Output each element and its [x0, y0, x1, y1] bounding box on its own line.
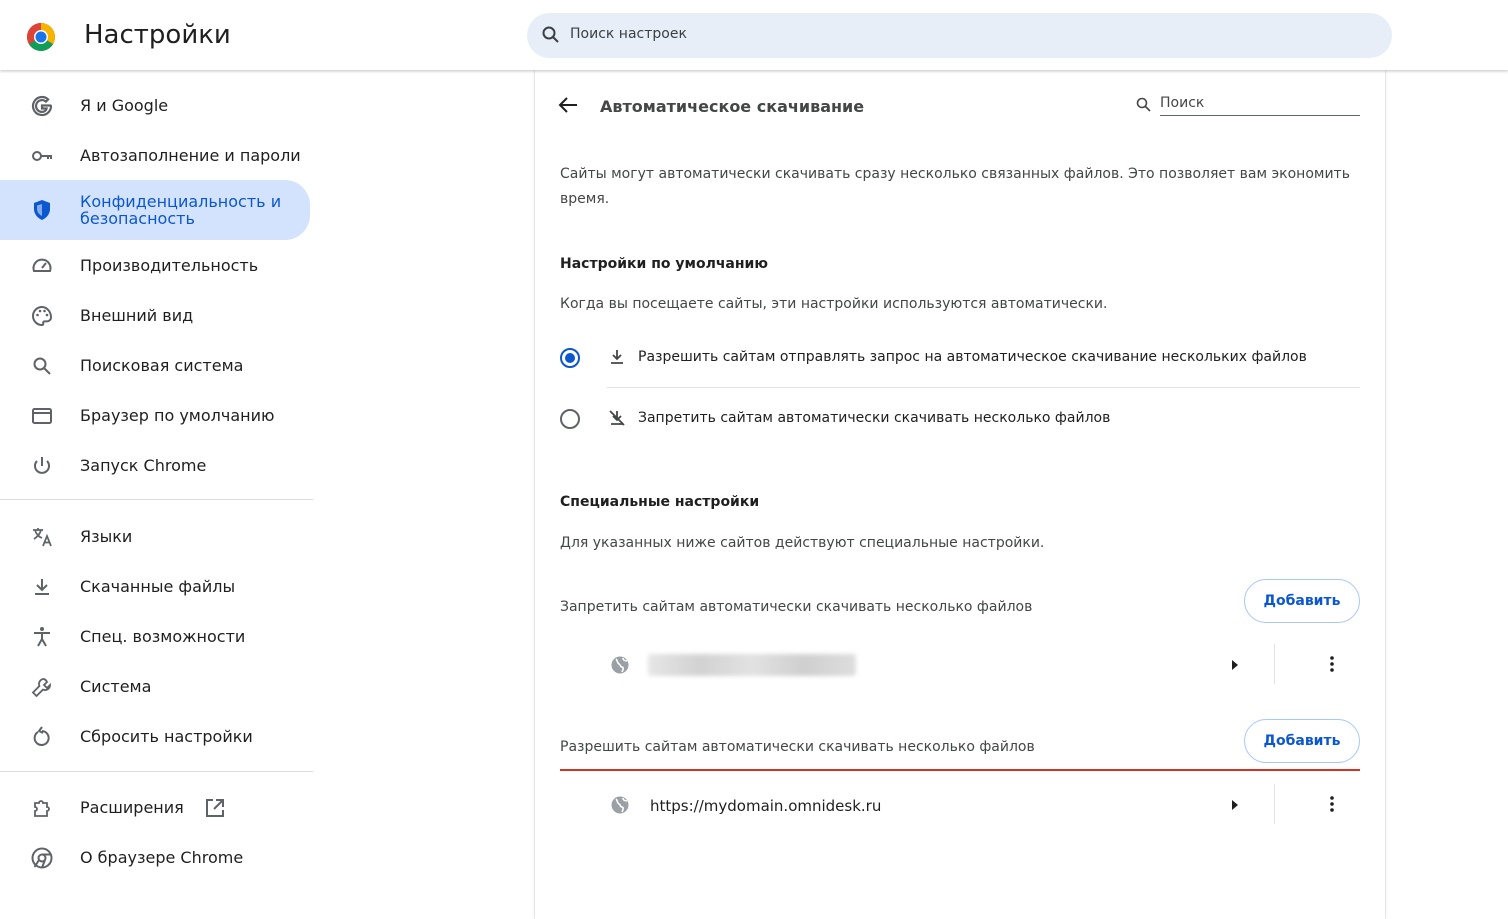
sidebar-item-accessibility[interactable]: Спец. возможности: [0, 612, 310, 662]
app-header: Настройки Поиск настроек: [0, 0, 1508, 70]
sidebar-item-you-and-google[interactable]: Я и Google: [0, 81, 310, 131]
download-icon: [35, 579, 49, 595]
sidebar-item-label: Скачанные файлы: [80, 577, 236, 596]
block-list-site-row[interactable]: [560, 636, 1360, 692]
chrome-icon: [31, 847, 53, 869]
subpage-search-input[interactable]: Поиск: [1135, 92, 1360, 116]
block-list-header: Запретить сайтам автоматически скачивать…: [560, 579, 1360, 625]
sidebar-item-label: Я и Google: [80, 96, 169, 115]
chevron-right-icon[interactable]: [1228, 798, 1242, 812]
radio-button-checked[interactable]: [560, 348, 580, 368]
sidebar-item-label: Сбросить настройки: [80, 727, 253, 746]
sidebar-item-label: Автозаполнение и пароли: [80, 146, 301, 165]
sidebar-item-languages[interactable]: Языки: [0, 512, 310, 562]
sidebar-item-label: Расширения: [80, 798, 184, 817]
allow-list-title: Разрешить сайтам автоматически скачивать…: [560, 739, 1035, 755]
search-placeholder: Поиск: [1160, 95, 1360, 116]
external-link-icon: [206, 799, 224, 817]
back-arrow-icon[interactable]: [557, 94, 579, 116]
globe-icon: [611, 656, 629, 674]
radio-option-label: Запретить сайтам автоматически скачивать…: [638, 410, 1111, 426]
more-vert-icon[interactable]: [1322, 654, 1342, 674]
search-placeholder: Поиск настроек: [570, 26, 687, 42]
speedometer-icon: [32, 258, 52, 272]
sidebar-item-on-startup[interactable]: Запуск Chrome: [0, 441, 310, 491]
sidebar-item-label: Конфиденциальность и безопасность: [80, 192, 282, 228]
browser-window-icon: [32, 408, 52, 424]
chevron-right-icon[interactable]: [1228, 658, 1242, 672]
google-icon: [31, 95, 53, 117]
search-icon: [33, 357, 51, 375]
sidebar-item-label: Система: [80, 677, 152, 696]
translate-icon: [33, 528, 52, 547]
sidebar-item-label: Поисковая система: [80, 356, 244, 375]
sidebar: Я и Google Автозаполнение и пароли Конфи…: [0, 70, 320, 919]
reset-icon: [33, 726, 50, 746]
sidebar-item-extensions[interactable]: Расширения: [0, 783, 310, 833]
highlight-underline: [560, 769, 1360, 771]
sidebar-item-performance[interactable]: Производительность: [0, 241, 310, 291]
sidebar-item-reset[interactable]: Сбросить настройки: [0, 712, 310, 762]
sidebar-item-about-chrome[interactable]: О браузере Chrome: [0, 833, 310, 883]
add-allow-site-button[interactable]: Добавить: [1244, 719, 1360, 763]
sidebar-item-label: Производительность: [80, 256, 259, 275]
chrome-logo-icon: [27, 23, 55, 51]
sidebar-item-appearance[interactable]: Внешний вид: [0, 291, 310, 341]
sidebar-item-label: Внешний вид: [80, 306, 194, 325]
sidebar-item-privacy[interactable]: Конфиденциальность и безопасность: [0, 180, 310, 240]
sidebar-item-label: Запуск Chrome: [80, 456, 207, 475]
row-vertical-divider: [1274, 784, 1275, 824]
default-settings-heading: Настройки по умолчанию: [560, 256, 768, 272]
puzzle-icon: [34, 800, 50, 817]
custom-settings-subtitle: Для указанных ниже сайтов действуют спец…: [560, 535, 1045, 551]
shield-icon: [34, 200, 50, 220]
more-vert-icon[interactable]: [1322, 794, 1342, 814]
sidebar-item-system[interactable]: Система: [0, 662, 310, 712]
row-vertical-divider: [1274, 644, 1275, 684]
site-url: https://mydomain.omnidesk.ru: [650, 797, 882, 815]
radio-button-unchecked[interactable]: [560, 409, 580, 429]
palette-icon: [32, 305, 53, 327]
sidebar-item-autofill[interactable]: Автозаполнение и пароли: [0, 131, 310, 181]
sidebar-item-label: Спец. возможности: [80, 627, 246, 646]
download-off-icon: [609, 410, 625, 426]
sidebar-item-label: Языки: [80, 527, 133, 546]
sidebar-item-default-browser[interactable]: Браузер по умолчанию: [0, 391, 310, 441]
content-panel: Автоматическое скачивание Поиск Сайты мо…: [535, 70, 1385, 919]
search-icon: [1136, 97, 1151, 112]
sidebar-item-search-engine[interactable]: Поисковая система: [0, 341, 310, 391]
custom-settings-heading: Специальные настройки: [560, 494, 760, 510]
blurred-site-url: [648, 654, 856, 676]
download-icon: [611, 350, 623, 364]
page-description: Сайты могут автоматически скачивать сраз…: [560, 166, 1350, 207]
settings-search-input[interactable]: Поиск настроек: [527, 13, 1392, 58]
allow-list-site-row[interactable]: https://mydomain.omnidesk.ru: [560, 776, 1360, 832]
search-icon: [542, 26, 559, 43]
power-icon: [34, 457, 50, 474]
sidebar-item-downloads[interactable]: Скачанные файлы: [0, 562, 310, 612]
globe-icon: [611, 796, 629, 814]
add-block-site-button[interactable]: Добавить: [1244, 579, 1360, 623]
allow-list-header: Разрешить сайтам автоматически скачивать…: [560, 719, 1360, 765]
page-title: Автоматическое скачивание: [600, 97, 865, 116]
sidebar-item-label: О браузере Chrome: [80, 848, 244, 867]
wrench-icon: [31, 678, 51, 698]
block-list-title: Запретить сайтам автоматически скачивать…: [560, 599, 1033, 615]
key-icon: [32, 151, 52, 161]
sidebar-divider: [0, 499, 313, 500]
row-divider: [607, 387, 1360, 388]
sidebar-divider: [0, 771, 313, 772]
app-title: Настройки: [84, 20, 231, 50]
default-settings-subtitle: Когда вы посещаете сайты, эти настройки …: [560, 296, 1108, 312]
radio-option-allow[interactable]: Разрешить сайтам отправлять запрос на ав…: [560, 339, 1360, 379]
sidebar-item-label: Браузер по умолчанию: [80, 406, 275, 425]
radio-option-label: Разрешить сайтам отправлять запрос на ав…: [638, 349, 1307, 365]
radio-option-block[interactable]: Запретить сайтам автоматически скачивать…: [560, 400, 1360, 440]
accessibility-icon: [34, 627, 50, 647]
